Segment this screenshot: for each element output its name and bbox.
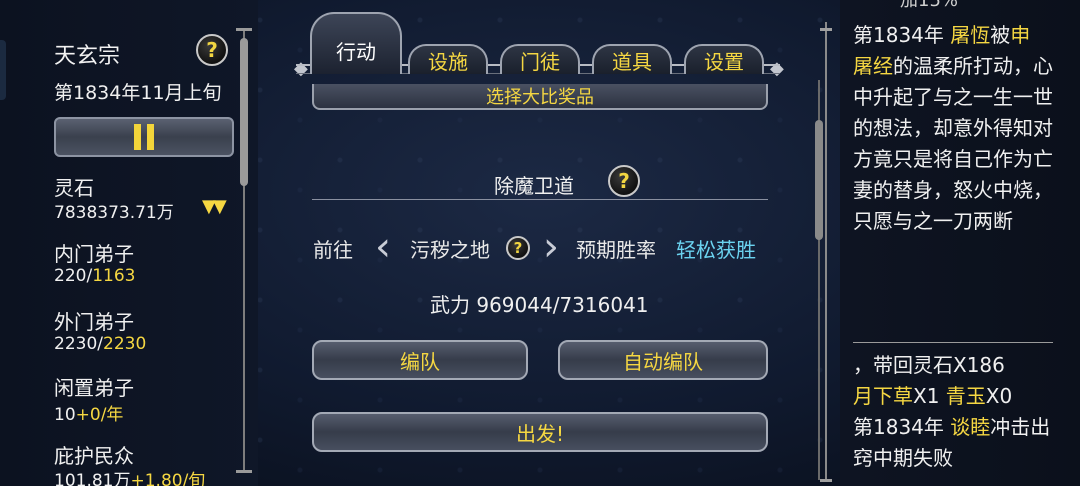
depart-button[interactable]: 出发! — [312, 412, 768, 452]
log-entry: 第1834年 屠恆被申 屠经的温柔所打动，心中升起了与之一生一世的想法，却意外得知… — [853, 23, 1053, 233]
sect-name: 天玄宗 — [54, 44, 121, 69]
outer-disciples-value: 2230/2230 — [54, 334, 147, 354]
idle-disciples-value: 10+0/年 — [54, 405, 124, 425]
pause-button[interactable] — [54, 117, 234, 157]
idle-disciples-label: 闲置弟子 — [54, 376, 134, 400]
sidebar-edge-tab[interactable] — [0, 40, 6, 100]
section-title: 除魔卫道 — [494, 174, 574, 198]
game-date: 第1834年11月上旬 — [54, 82, 222, 104]
divider — [312, 199, 768, 200]
inner-disciples-value: 220/1163 — [54, 266, 136, 286]
log-scrollbar[interactable] — [820, 22, 832, 482]
tab-facility[interactable]: 设施 — [408, 44, 488, 74]
protected-people-value: 101.81万+1.80/旬 — [54, 471, 206, 486]
log-fragment: 加15% — [900, 0, 959, 11]
help-icon[interactable]: ? — [506, 236, 530, 260]
tab-items[interactable]: 道具 — [592, 44, 672, 74]
protected-people-label: 庇护民众 — [54, 444, 134, 468]
inner-disciples-label: 内门弟子 — [54, 242, 134, 266]
tab-settings[interactable]: 设置 — [684, 44, 764, 74]
formation-button[interactable]: 编队 — [312, 340, 528, 380]
log-entry: ，带回灵石X186 月下草X1 青玉X0 — [853, 353, 1013, 408]
spirit-stone-value: 7838373.71万 — [54, 203, 174, 223]
log-entry: 第1834年 谈睦冲击出窍中期失败 — [853, 415, 1051, 470]
pause-icon — [134, 124, 141, 150]
force-power: 武力 969044/7316041 — [430, 293, 649, 317]
expected-win-value: 轻松获胜 — [676, 238, 756, 262]
help-icon[interactable]: ? — [196, 34, 228, 66]
help-icon[interactable]: ? — [608, 165, 640, 197]
sidebar-scroll-thumb[interactable] — [240, 38, 248, 186]
decrease-trend-icon: ▼▼ — [202, 196, 227, 217]
goto-label: 前往 — [313, 238, 353, 262]
log-divider — [853, 342, 1053, 343]
next-destination-arrow-icon[interactable]: › — [538, 220, 564, 274]
expected-win-label: 预期胜率 — [576, 238, 656, 262]
prev-destination-arrow-icon[interactable]: ‹ — [370, 220, 396, 274]
auto-formation-button[interactable]: 自动编队 — [558, 340, 768, 380]
tab-action[interactable]: 行动 — [310, 12, 402, 74]
select-prize-button[interactable]: 选择大比奖品 — [312, 84, 768, 110]
pause-icon — [147, 124, 154, 150]
outer-disciples-label: 外门弟子 — [54, 310, 134, 334]
sidebar-scrollbar[interactable] — [236, 28, 252, 473]
tab-disciples[interactable]: 门徒 — [500, 44, 580, 74]
spirit-stone-label: 灵石 — [54, 176, 94, 200]
destination-name: 污秽之地 — [410, 238, 490, 262]
